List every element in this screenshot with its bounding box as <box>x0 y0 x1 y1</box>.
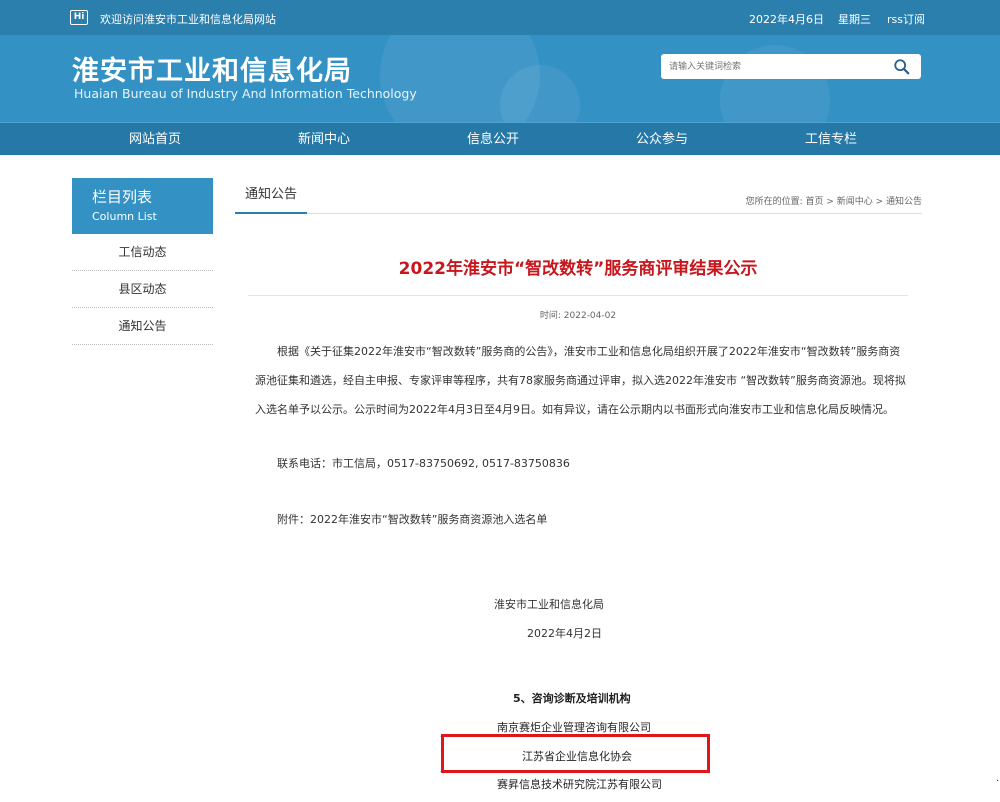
sidebar-item-county-news[interactable]: 县区动态 <box>72 271 213 308</box>
tab-notices[interactable]: 通知公告 <box>235 180 307 214</box>
nav-item-column[interactable]: 工信专栏 <box>746 123 916 156</box>
search-icon[interactable] <box>893 58 911 76</box>
sidebar-item-notices[interactable]: 通知公告 <box>72 308 213 345</box>
main-nav: 网站首页 新闻中心 信息公开 公众参与 工信专栏 <box>0 122 1000 155</box>
list-item: 赛昇信息技术研究院江苏有限公司 <box>497 778 662 791</box>
welcome-text: 欢迎访问淮安市工业和信息化局网站 <box>100 13 276 26</box>
site-title: 淮安市工业和信息化局 <box>72 56 352 87</box>
site-subtitle: Huaian Bureau of Industry And Informatio… <box>74 86 417 101</box>
sidebar-item-industry-news[interactable]: 工信动态 <box>72 234 213 271</box>
top-bar: Hi 欢迎访问淮安市工业和信息化局网站 2022年4月6日 星期三 rss订阅 <box>0 0 1000 35</box>
search-box <box>661 54 921 79</box>
content-tab-row: 通知公告 您所在的位置: 首页 > 新闻中心 > 通知公告 <box>235 180 922 214</box>
current-date: 2022年4月6日 <box>749 13 824 26</box>
publish-time: 时间: 2022-04-02 <box>539 311 617 321</box>
highlight-box <box>441 734 710 773</box>
search-input[interactable] <box>669 58 879 75</box>
article-paragraph: 根据《关于征集2022年淮安市“智改数转”服务商的公告》，淮安市工业和信息化局组… <box>255 345 906 416</box>
nav-item-news[interactable]: 新闻中心 <box>239 123 409 156</box>
signer-name: 淮安市工业和信息化局 <box>494 598 604 611</box>
nav-item-info[interactable]: 信息公开 <box>408 123 578 156</box>
contact-info: 联系电话：市工信局，0517-83750692, 0517-83750836 <box>277 457 570 470</box>
sidebar-header: 栏目列表 Column List <box>72 178 213 234</box>
article-title: 2022年淮安市“智改数转”服务商评审结果公示 <box>398 259 758 279</box>
site-header: 淮安市工业和信息化局 Huaian Bureau of Industry And… <box>0 35 1000 122</box>
sidebar-title-en: Column List <box>92 210 157 223</box>
site-logo-icon: Hi <box>70 10 88 25</box>
stray-mark: · <box>996 776 1000 787</box>
rss-link[interactable]: rss订阅 <box>887 11 925 27</box>
list-section-title: 5、咨询诊断及培训机构 <box>513 692 631 705</box>
nav-item-home[interactable]: 网站首页 <box>70 123 240 156</box>
title-divider <box>248 295 908 296</box>
sidebar-title-cn: 栏目列表 <box>92 188 153 206</box>
current-weekday: 星期三 <box>838 13 871 26</box>
signature-date: 2022年4月2日 <box>527 627 602 640</box>
nav-item-public[interactable]: 公众参与 <box>577 123 747 156</box>
breadcrumb: 您所在的位置: 首页 > 新闻中心 > 通知公告 <box>745 197 922 207</box>
list-item: 南京赛炬企业管理咨询有限公司 <box>497 721 651 734</box>
attachment-link[interactable]: 附件：2022年淮安市“智改数转”服务商资源池入选名单 <box>277 511 547 527</box>
